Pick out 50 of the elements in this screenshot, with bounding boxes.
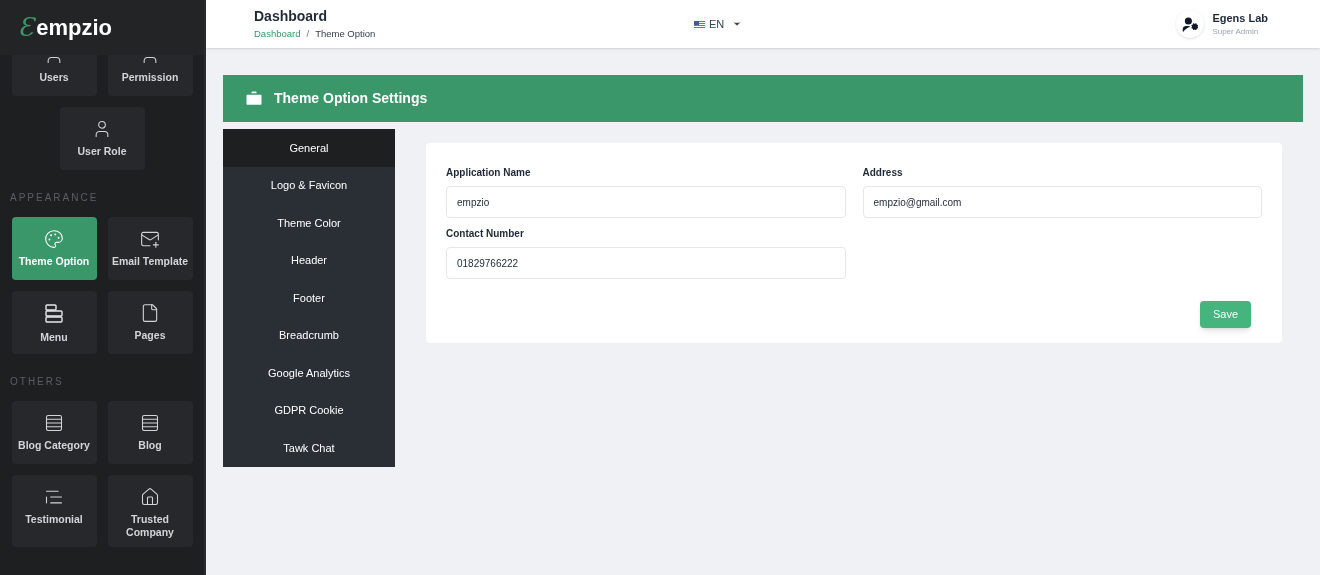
settings-tab[interactable]: Breadcrumb — [223, 316, 395, 354]
logo-mark: Ɛ — [18, 11, 35, 44]
panel-title: Theme Option Settings — [274, 89, 428, 108]
sidebar-tile[interactable]: Trusted Company — [107, 475, 193, 548]
settings-tab[interactable]: Footer — [223, 279, 395, 317]
field-label: Address — [862, 166, 904, 180]
sidebar-tile[interactable]: Theme Option — [11, 217, 97, 280]
sidebar-tile[interactable]: Pages — [107, 291, 193, 354]
sidebar-tile[interactable]: Users — [11, 55, 97, 96]
field-label: Application Name — [446, 166, 532, 180]
language-selector[interactable]: EN — [694, 15, 743, 33]
field-label: Contact Number — [446, 227, 525, 241]
ladder-icon — [44, 413, 64, 433]
section-heading: OTHERS — [10, 375, 65, 389]
input-field[interactable]: empzio@gmail.com — [862, 186, 1262, 218]
sidebar-tile[interactable]: Testimonial — [11, 475, 97, 548]
settings-tab[interactable]: General — [223, 129, 395, 167]
breadcrumb-current: Theme Option — [315, 27, 376, 42]
house-icon — [140, 487, 160, 507]
sidebar-tile[interactable]: User Role — [59, 107, 145, 170]
page-title: Dashboard — [254, 7, 329, 27]
sidebar-tile[interactable]: Permission — [107, 55, 193, 96]
input-field[interactable]: empzio — [446, 186, 846, 218]
palette-icon — [44, 229, 64, 249]
input-field[interactable]: 01829766222 — [446, 247, 846, 279]
settings-tab[interactable]: Tawk Chat — [223, 429, 395, 467]
user-gear-icon — [1181, 15, 1199, 33]
user-role: Super Admin — [1212, 26, 1260, 39]
settings-tab[interactable]: Logo & Favicon — [223, 166, 395, 204]
sidebar-tile[interactable]: Blog — [107, 401, 193, 464]
settings-tab[interactable]: Theme Color — [223, 204, 395, 242]
user-name: Egens Lab — [1212, 10, 1268, 26]
ladder-icon — [140, 413, 160, 433]
sidebar-tile[interactable]: Email Template — [107, 217, 193, 280]
settings-tab[interactable]: Header — [223, 241, 395, 279]
briefcase-icon — [244, 88, 264, 109]
sidebar-tile[interactable]: Menu — [11, 291, 97, 354]
settings-tab[interactable]: Google Analytics — [223, 354, 395, 392]
settings-tab[interactable]: GDPR Cookie — [223, 391, 395, 429]
avatar[interactable] — [1176, 10, 1205, 38]
page-icon — [140, 303, 160, 323]
caret-icon — [732, 19, 743, 29]
sidebar-tile[interactable]: Blog Category — [11, 401, 97, 464]
stacked-bars-icon — [43, 303, 65, 325]
flag-icon — [694, 20, 705, 28]
logo-text: empzio — [36, 14, 112, 42]
breadcrumb-separator: / — [306, 27, 310, 42]
breadcrumb-link[interactable]: Dashboard — [254, 27, 301, 42]
envelope-plus-icon — [140, 229, 160, 249]
section-heading: APPEARANCE — [10, 191, 100, 205]
